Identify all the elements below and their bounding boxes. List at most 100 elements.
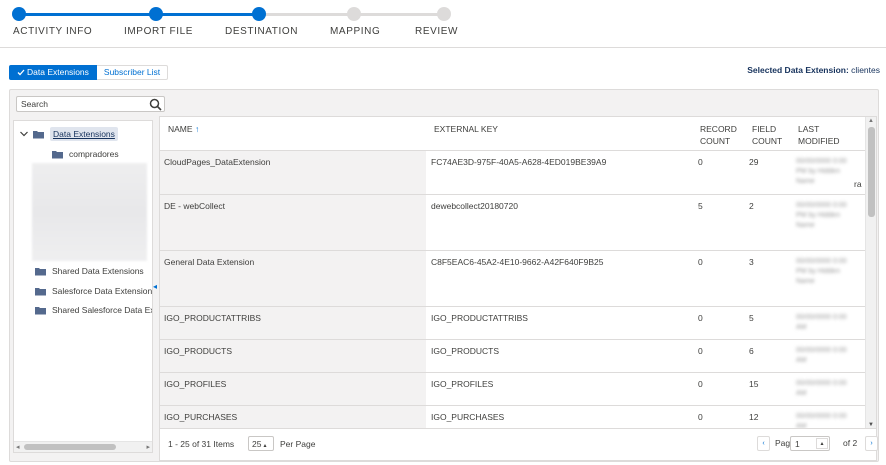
tree-item-shared-data-extensions[interactable]: Shared Data Extensions <box>35 266 144 276</box>
cell-last-modified: 00/00/0000 0:00 PM by Hidden Name <box>796 202 847 229</box>
previous-page-button[interactable]: ‹ <box>757 436 770 451</box>
scroll-left-icon[interactable]: ◂ <box>16 443 20 451</box>
cell-last-modified: 00/00/0000 0:00 PM by Hidden Name <box>796 258 847 285</box>
progress-stepper: ACTIVITY INFO IMPORT FILE DESTINATION MA… <box>0 0 886 48</box>
step-dot-import-file[interactable] <box>149 7 163 21</box>
cell-last-modified: 00/00/0000 0:00 AM <box>796 413 847 429</box>
folder-tree: Data Extensions compradores Shared Data … <box>13 120 153 453</box>
table-row[interactable]: IGO_PRODUCTS IGO_PRODUCTS 0 6 00/00/0000… <box>160 340 866 373</box>
cell-external-key: IGO_PROFILES <box>431 379 494 389</box>
page-spinner-up-icon[interactable]: ▴ <box>816 438 828 449</box>
selected-extension-value: clientes <box>851 65 880 75</box>
step-dot-review <box>437 7 451 21</box>
scroll-thumb[interactable] <box>868 127 875 217</box>
page-number-input[interactable]: 1 ▴ <box>790 436 830 451</box>
subscriber-list-button[interactable]: Subscriber List <box>96 65 169 80</box>
destination-panel: Search Data Extensions compradores Share… <box>9 89 879 462</box>
tree-horizontal-scrollbar[interactable]: ◂ ▸ <box>14 441 152 452</box>
table-row[interactable]: DE - webCollect dewebcollect20180720 5 2… <box>160 195 866 251</box>
cell-field-count: 12 <box>749 412 759 422</box>
cell-name: IGO_PURCHASES <box>164 412 238 422</box>
cell-last-modified-tail: ra <box>854 179 862 189</box>
scroll-up-icon[interactable]: ▲ <box>868 118 874 124</box>
cell-name: IGO_PRODUCTS <box>164 346 233 356</box>
cell-last-modified: 00/00/0000 0:00 AM <box>796 380 847 397</box>
scroll-right-icon[interactable]: ▸ <box>146 443 150 451</box>
data-extensions-button[interactable]: Data Extensions <box>9 65 97 80</box>
cell-field-count: 3 <box>749 257 754 267</box>
cell-field-count: 15 <box>749 379 759 389</box>
selected-extension-indicator: Selected Data Extension: clientes <box>747 65 880 75</box>
cell-record-count: 0 <box>698 346 703 356</box>
table-row[interactable]: IGO_PROFILES IGO_PROFILES 0 15 00/00/000… <box>160 373 866 406</box>
next-page-button[interactable]: › <box>865 436 878 451</box>
step-dot-destination[interactable] <box>252 7 266 21</box>
per-page-label: Per Page <box>280 439 316 449</box>
table-row[interactable]: IGO_PRODUCTATTRIBS IGO_PRODUCTATTRIBS 0 … <box>160 307 866 340</box>
destination-type-toggle: Data Extensions Subscriber List <box>9 65 169 80</box>
scroll-down-icon[interactable]: ▼ <box>868 422 874 428</box>
search-input[interactable]: Search <box>16 96 165 112</box>
tree-item-data-extensions[interactable]: Data Extensions <box>19 127 118 141</box>
folder-icon <box>52 150 63 158</box>
chevron-down-icon[interactable] <box>19 129 29 139</box>
page-number-value: 1 <box>795 439 800 449</box>
per-page-select[interactable]: 25 ▴ <box>248 436 274 451</box>
scroll-thumb[interactable] <box>24 444 116 450</box>
table-header: NAME ↑ EXTERNAL KEY RECORD COUNT FIELD COU… <box>160 117 866 151</box>
table-vertical-scrollbar[interactable]: ▲ ▼ <box>865 117 876 428</box>
cell-name: CloudPages_DataExtension <box>164 157 271 167</box>
tree-item-compradores[interactable]: compradores <box>52 149 119 159</box>
cell-external-key: C8F5EAC6-45A2-4E10-9662-A42F640F9B25 <box>431 257 604 267</box>
chevron-right-icon: › <box>870 440 873 447</box>
cell-record-count: 0 <box>698 157 703 167</box>
subscriber-list-label: Subscriber List <box>103 67 161 77</box>
tree-item-label: compradores <box>69 149 119 159</box>
column-header-last-modified[interactable]: LAST MODIFIED <box>798 123 840 147</box>
table-row[interactable]: CloudPages_DataExtension FC74AE3D-975F-4… <box>160 151 866 195</box>
cell-field-count: 5 <box>749 313 754 323</box>
cell-external-key: IGO_PURCHASES <box>431 412 505 422</box>
cell-name: DE - webCollect <box>164 201 225 211</box>
per-page-value: 25 <box>252 439 262 449</box>
cell-record-count: 0 <box>698 379 703 389</box>
column-header-record-count[interactable]: RECORD COUNT <box>700 123 737 147</box>
search-placeholder: Search <box>21 99 48 109</box>
sort-ascending-icon: ↑ <box>194 124 200 134</box>
chevron-left-icon: ‹ <box>762 440 765 447</box>
step-label-activity-info[interactable]: ACTIVITY INFO <box>13 26 92 37</box>
step-dot-activity-info[interactable] <box>12 7 26 21</box>
collapse-sidebar-icon[interactable]: ◂ <box>153 282 157 291</box>
column-header-field-count-line-1: FIELD <box>752 124 777 134</box>
table-row[interactable]: IGO_PURCHASES IGO_PURCHASES 0 12 00/00/0… <box>160 406 866 429</box>
tree-item-label: Shared Data Extensions <box>52 266 144 276</box>
step-label-mapping: MAPPING <box>330 26 381 37</box>
column-header-name[interactable]: NAME ↑ <box>168 123 199 135</box>
cell-external-key: IGO_PRODUCTATTRIBS <box>431 313 528 323</box>
cell-record-count: 0 <box>698 257 703 267</box>
step-progress-line-complete <box>19 13 259 16</box>
column-header-last-modified-line-1: LAST <box>798 124 820 134</box>
step-label-import-file[interactable]: IMPORT FILE <box>124 26 193 37</box>
table-row[interactable]: General Data Extension C8F5EAC6-45A2-4E1… <box>160 251 866 307</box>
column-header-external-key[interactable]: EXTERNAL KEY <box>434 123 498 135</box>
column-header-last-modified-line-2: MODIFIED <box>798 136 840 146</box>
tree-item-label: Shared Salesforce Data Extensions <box>52 305 152 315</box>
tree-item-shared-salesforce-data-extensions[interactable]: Shared Salesforce Data Extensions <box>35 305 152 315</box>
cell-record-count: 5 <box>698 201 703 211</box>
data-extensions-table: NAME ↑ EXTERNAL KEY RECORD COUNT FIELD COU… <box>159 116 877 429</box>
folder-icon <box>35 287 46 295</box>
folder-icon <box>35 267 46 275</box>
search-icon[interactable] <box>149 98 162 111</box>
cell-record-count: 0 <box>698 313 703 323</box>
column-header-field-count-line-2: COUNT <box>752 136 783 146</box>
column-header-field-count[interactable]: FIELD COUNT <box>752 123 782 147</box>
selected-extension-label: Selected Data Extension: <box>747 65 849 75</box>
tree-item-salesforce-data-extensions[interactable]: Salesforce Data Extensions <box>35 286 152 296</box>
folder-icon <box>35 306 46 314</box>
column-header-record-count-line-1: RECORD <box>700 124 737 134</box>
cell-name: IGO_PROFILES <box>164 379 227 389</box>
cell-field-count: 6 <box>749 346 754 356</box>
step-dot-mapping <box>347 7 361 21</box>
step-label-destination[interactable]: DESTINATION <box>225 26 298 37</box>
